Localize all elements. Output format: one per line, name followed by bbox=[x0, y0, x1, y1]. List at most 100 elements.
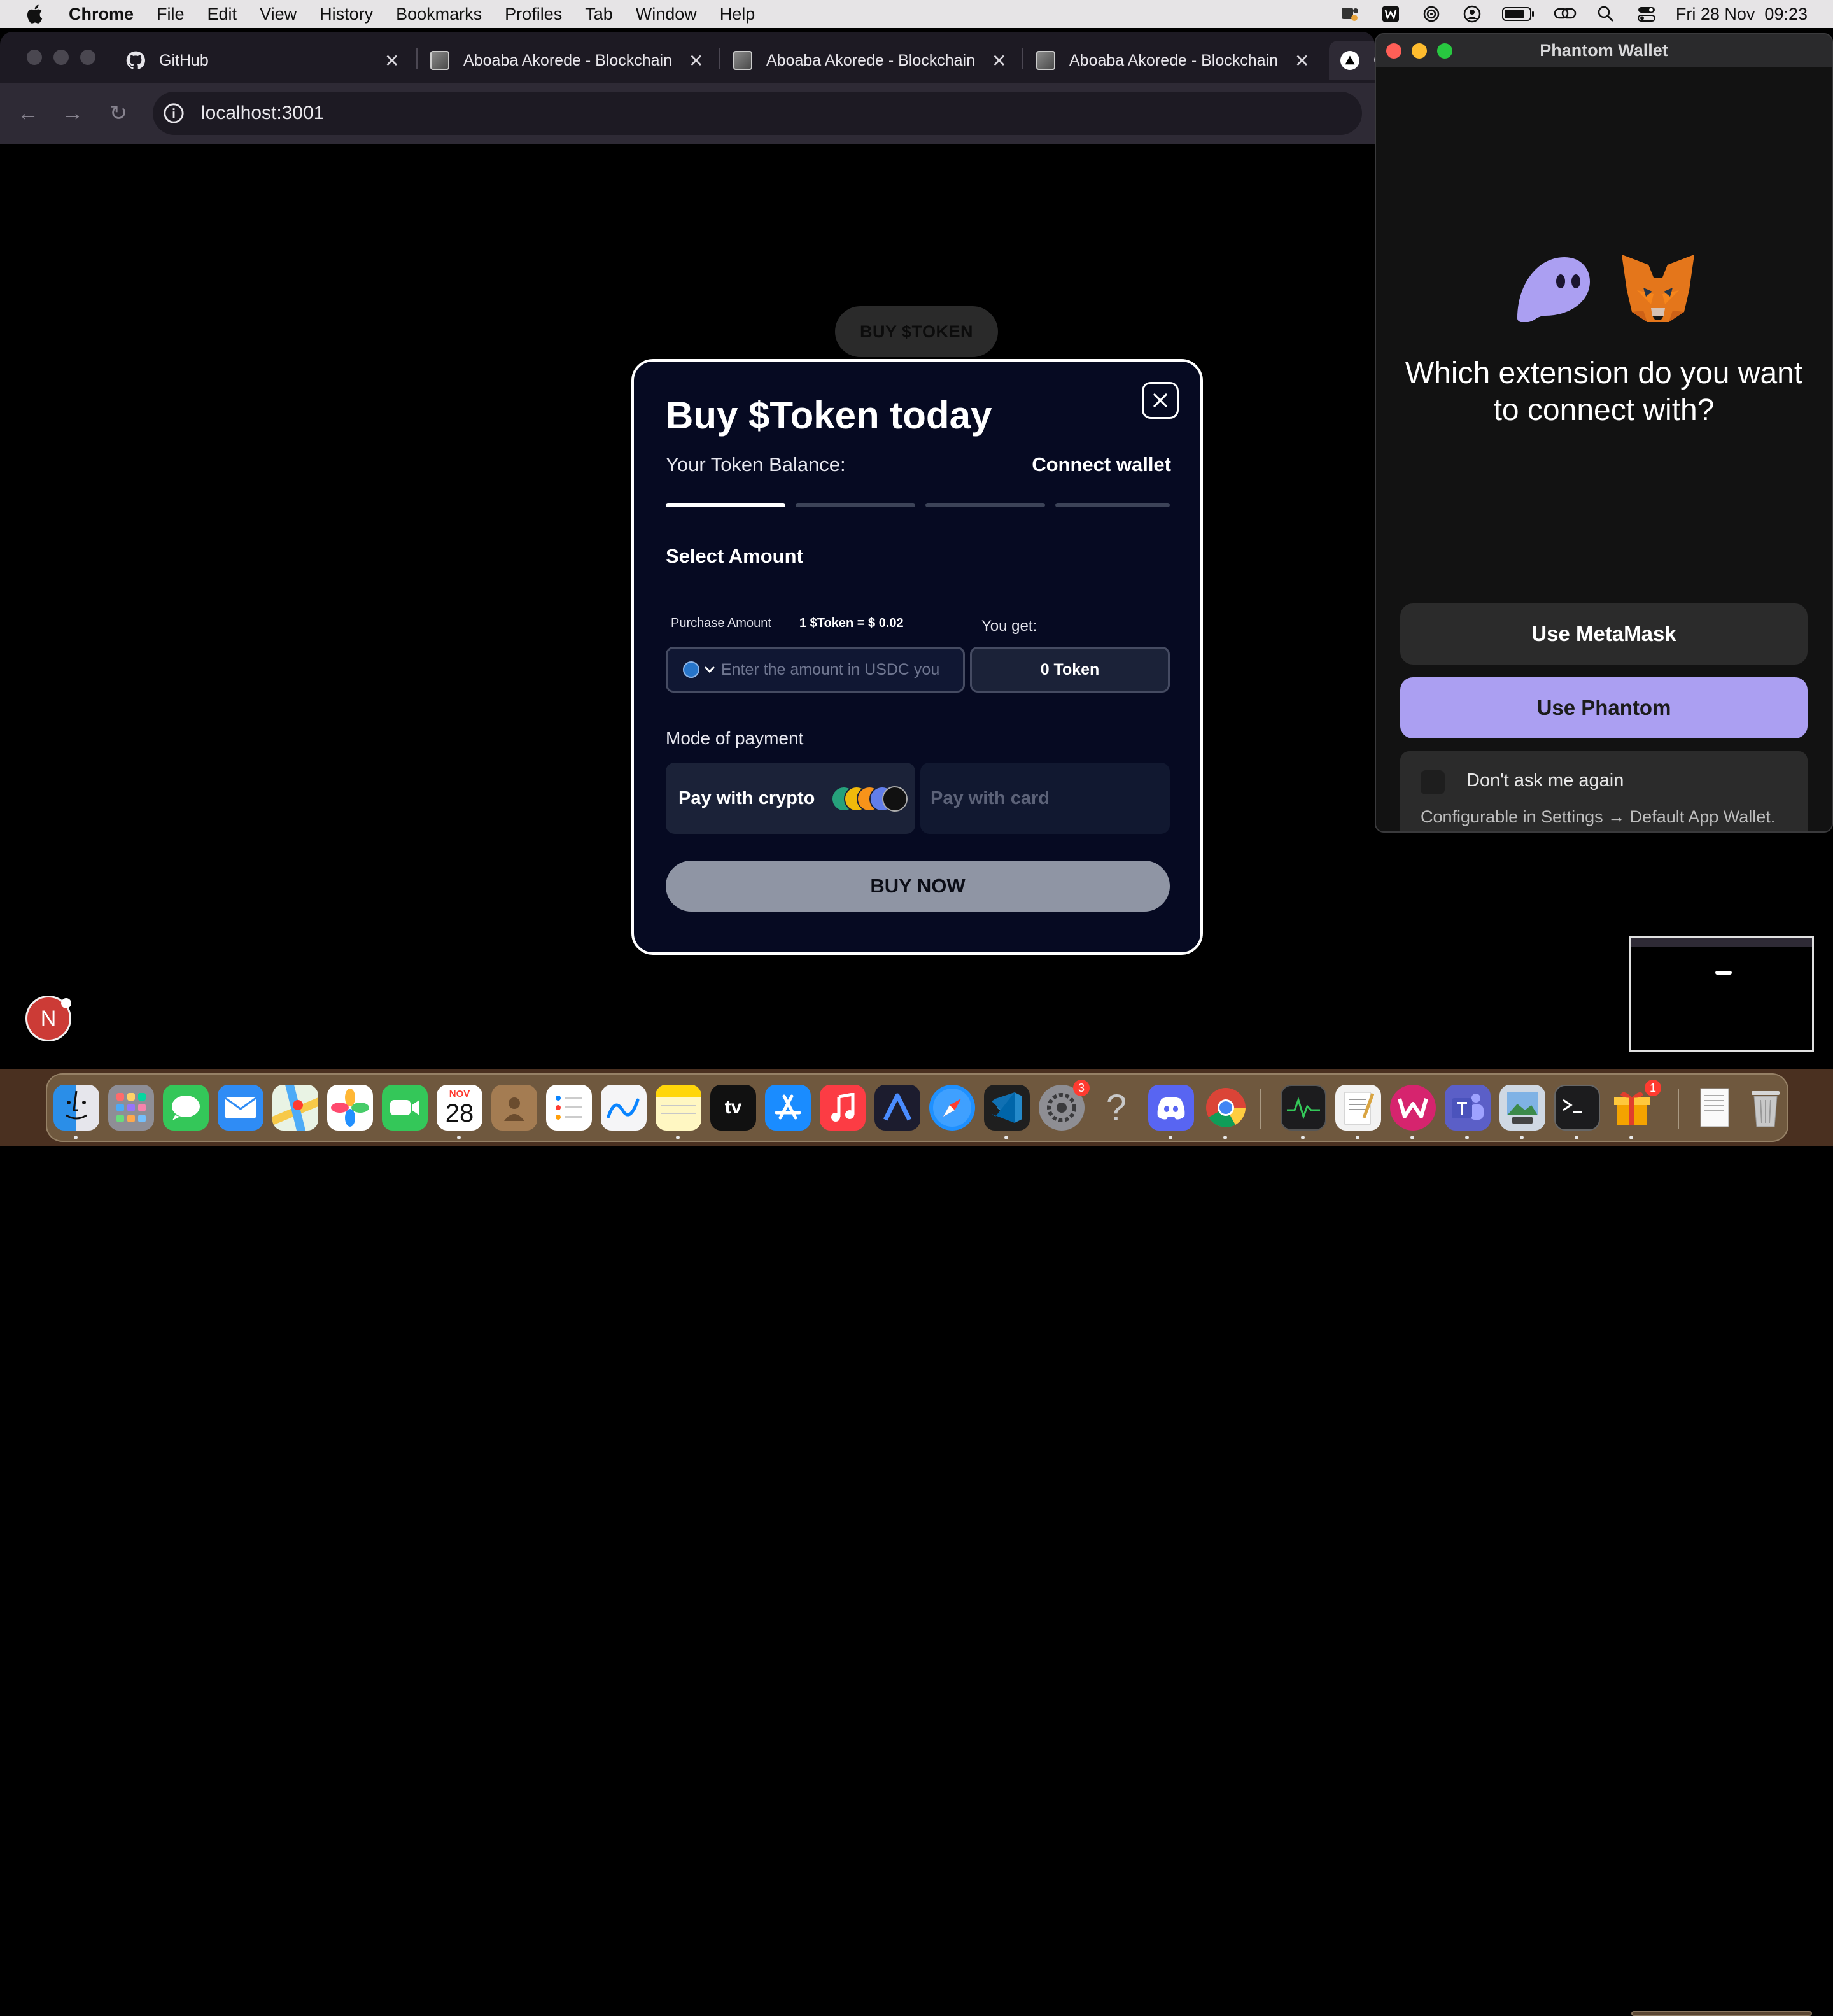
menu-history[interactable]: History bbox=[320, 4, 373, 24]
usdc-coin-icon[interactable] bbox=[683, 661, 699, 678]
wps-office-icon[interactable] bbox=[1390, 1085, 1436, 1131]
wps-status-icon[interactable] bbox=[1379, 5, 1402, 23]
battery-icon[interactable] bbox=[1501, 5, 1536, 23]
buy-token-button[interactable]: BUY $TOKEN bbox=[835, 306, 998, 357]
tab-profile-1[interactable]: Aboaba Akorede - Blockchain ✕ bbox=[430, 41, 705, 80]
metamask-fox-icon bbox=[1622, 255, 1694, 322]
menu-file[interactable]: File bbox=[157, 4, 185, 24]
terminal-icon[interactable] bbox=[1554, 1085, 1600, 1131]
apple-tv-icon[interactable]: tv bbox=[710, 1085, 756, 1131]
thumbnail-dock-preview bbox=[1631, 2011, 1812, 2016]
zoom-window-button[interactable] bbox=[80, 50, 95, 65]
menu-app-name[interactable]: Chrome bbox=[69, 4, 134, 24]
freeform-icon[interactable] bbox=[601, 1085, 647, 1131]
dont-ask-checkbox[interactable] bbox=[1421, 770, 1445, 794]
tab-github[interactable]: GitHub ✕ bbox=[126, 41, 401, 80]
tab-title: GitHub bbox=[159, 51, 209, 69]
chrome-window: GitHub ✕ Aboaba Akorede - Blockchain ✕ A… bbox=[0, 32, 1375, 1069]
menu-profiles[interactable]: Profiles bbox=[505, 4, 562, 24]
tab-title: Aboaba Akorede - Blockchain bbox=[463, 51, 672, 69]
tab-close-icon[interactable]: ✕ bbox=[384, 50, 399, 71]
maps-icon[interactable] bbox=[272, 1085, 318, 1131]
menu-edit[interactable]: Edit bbox=[207, 4, 237, 24]
app-store-icon[interactable] bbox=[765, 1085, 811, 1131]
close-icon bbox=[1153, 393, 1167, 407]
launchpad-icon[interactable] bbox=[108, 1085, 154, 1131]
buy-now-button[interactable]: BUY NOW bbox=[666, 861, 1170, 912]
notes-icon[interactable] bbox=[656, 1085, 701, 1131]
mail-icon[interactable] bbox=[218, 1085, 263, 1131]
control-center-icon[interactable] bbox=[1635, 5, 1658, 23]
microsoft-teams-icon[interactable] bbox=[1445, 1085, 1491, 1131]
tab-close-icon[interactable]: ✕ bbox=[689, 50, 703, 71]
trash-icon[interactable] bbox=[1743, 1085, 1788, 1131]
chrome-icon[interactable] bbox=[1203, 1085, 1249, 1131]
forward-arrow-icon[interactable]: → bbox=[59, 99, 87, 127]
discord-icon[interactable] bbox=[1148, 1085, 1194, 1131]
menu-view[interactable]: View bbox=[260, 4, 297, 24]
reload-icon[interactable]: ↻ bbox=[104, 99, 132, 127]
calendar-day: 28 bbox=[445, 1099, 474, 1127]
vscode-icon[interactable] bbox=[984, 1085, 1030, 1131]
select-amount-heading: Select Amount bbox=[666, 545, 803, 567]
progress-step-3 bbox=[925, 503, 1045, 507]
site-info-icon[interactable] bbox=[163, 102, 185, 124]
menubar-datetime[interactable]: Fri 28 Nov 09:23 bbox=[1676, 4, 1808, 24]
user-account-icon[interactable] bbox=[1461, 5, 1484, 23]
finder-icon[interactable] bbox=[53, 1085, 99, 1131]
mode-of-payment-label: Mode of payment bbox=[666, 728, 804, 748]
pay-with-card-option[interactable]: Pay with card bbox=[920, 763, 1170, 834]
preview-icon[interactable] bbox=[1499, 1085, 1545, 1131]
arc-browser-icon[interactable] bbox=[874, 1085, 920, 1131]
menu-bookmarks[interactable]: Bookmarks bbox=[396, 4, 482, 24]
tab-profile-2[interactable]: Aboaba Akorede - Blockchain ✕ bbox=[733, 41, 1008, 80]
pay-with-crypto-option[interactable]: Pay with crypto bbox=[666, 763, 915, 834]
back-arrow-icon[interactable]: ← bbox=[14, 99, 42, 127]
apple-icon[interactable] bbox=[24, 3, 47, 25]
tab-profile-3[interactable]: Aboaba Akorede - Blockchain ✕ bbox=[1036, 41, 1311, 80]
url-text: localhost:3001 bbox=[201, 102, 325, 123]
close-window-button[interactable] bbox=[27, 50, 42, 65]
airdrop-icon[interactable] bbox=[1420, 5, 1443, 23]
phantom-window-title: Phantom Wallet bbox=[1540, 41, 1668, 60]
reminders-icon[interactable] bbox=[546, 1085, 592, 1131]
profile-photo-icon bbox=[1036, 51, 1055, 70]
archive-utility-badge: 1 bbox=[1645, 1080, 1661, 1096]
menu-window[interactable]: Window bbox=[636, 4, 697, 24]
connect-wallet-link[interactable]: Connect wallet bbox=[1032, 453, 1171, 476]
calendar-icon[interactable]: NOV 28 bbox=[437, 1085, 482, 1131]
help-question-icon[interactable]: ? bbox=[1093, 1085, 1139, 1131]
screen-mirroring-icon[interactable] bbox=[1554, 5, 1577, 23]
tab-close-icon[interactable]: ✕ bbox=[992, 50, 1006, 71]
system-settings-badge: 3 bbox=[1073, 1080, 1090, 1096]
tab-active[interactable]: C bbox=[1329, 41, 1375, 80]
contacts-icon[interactable] bbox=[491, 1085, 537, 1131]
documents-stack-icon[interactable] bbox=[1692, 1085, 1738, 1131]
buy-token-modal: Buy $Token today Your Token Balance: Con… bbox=[631, 359, 1203, 955]
tab-close-icon[interactable]: ✕ bbox=[1295, 50, 1309, 71]
address-bar[interactable]: localhost:3001 bbox=[153, 92, 1362, 135]
spotlight-search-icon[interactable] bbox=[1594, 5, 1617, 23]
dont-ask-label[interactable]: Don't ask me again bbox=[1466, 770, 1624, 791]
music-icon[interactable] bbox=[820, 1085, 866, 1131]
teams-status-icon[interactable] bbox=[1338, 5, 1361, 23]
menu-help[interactable]: Help bbox=[720, 4, 755, 24]
wallet-logos bbox=[1515, 252, 1698, 327]
use-metamask-button[interactable]: Use MetaMask bbox=[1400, 603, 1808, 665]
photos-icon[interactable] bbox=[327, 1085, 373, 1131]
activity-monitor-icon[interactable] bbox=[1281, 1085, 1326, 1131]
usdc-amount-input[interactable] bbox=[720, 659, 963, 680]
messages-icon[interactable] bbox=[163, 1085, 209, 1131]
sol-coin-icon bbox=[882, 786, 908, 812]
chevron-down-icon[interactable] bbox=[703, 663, 716, 676]
facetime-icon[interactable] bbox=[382, 1085, 428, 1131]
minimize-window-button[interactable] bbox=[53, 50, 69, 65]
modal-close-button[interactable] bbox=[1142, 382, 1179, 419]
menu-tab[interactable]: Tab bbox=[585, 4, 613, 24]
use-phantom-button[interactable]: Use Phantom bbox=[1400, 677, 1808, 738]
safari-icon[interactable] bbox=[929, 1085, 975, 1131]
preferences-panel: Don't ask me again Configurable in Setti… bbox=[1400, 751, 1808, 831]
screenshot-thumbnail[interactable] bbox=[1629, 936, 1814, 2016]
textedit-icon[interactable] bbox=[1335, 1085, 1381, 1131]
thumbnail-toolbar bbox=[1631, 938, 1812, 947]
